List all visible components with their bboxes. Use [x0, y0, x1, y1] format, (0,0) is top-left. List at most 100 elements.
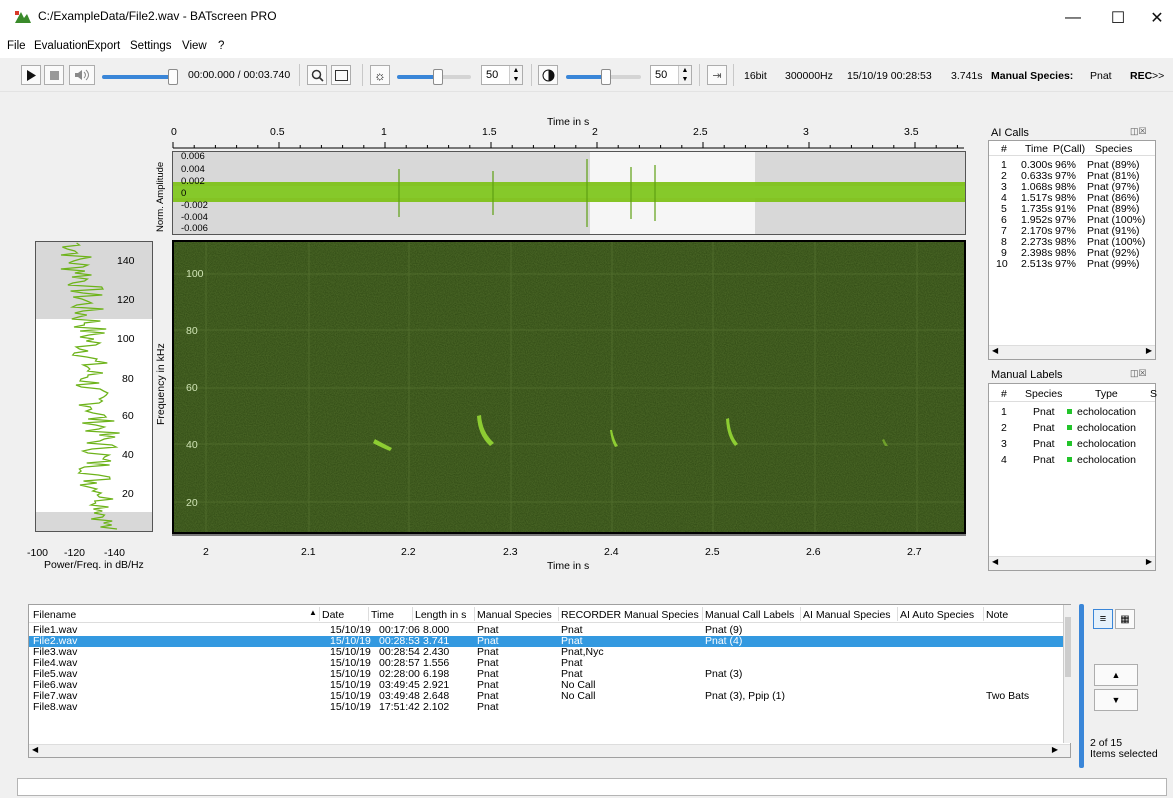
ai-header-species[interactable]: Species — [1095, 143, 1132, 155]
ml-header-num[interactable]: # — [1001, 388, 1007, 400]
file-col-header[interactable]: Manual Species — [477, 609, 552, 621]
file-col-header[interactable]: AI Auto Species — [900, 609, 974, 621]
scroll-left-icon[interactable]: ◀ — [992, 346, 998, 355]
file-row[interactable]: File3.wav 15/10/19 00:28:54 2.430 Pnat Pnat,N… — [29, 647, 1065, 658]
column-divider[interactable] — [412, 607, 413, 621]
file-row[interactable]: File1.wav 15/10/19 00:17:06 8.000 Pnat Pnat Pn… — [29, 625, 1065, 636]
file-col-header[interactable]: AI Manual Species — [803, 609, 891, 621]
manual-label-num[interactable]: 1 — [1001, 406, 1007, 418]
next-item-button[interactable]: ▼ — [1094, 689, 1138, 711]
file-row[interactable]: File5.wav 15/10/19 02:28:00 6.198 Pnat Pnat Pn… — [29, 669, 1065, 680]
file-row[interactable]: File7.wav 15/10/19 03:49:48 2.648 Pnat No Cal… — [29, 691, 1065, 702]
manual-label-species[interactable]: Pnat — [1033, 406, 1055, 418]
scroll-right-icon[interactable]: ▶ — [1146, 346, 1152, 355]
manual-label-species[interactable]: Pnat — [1033, 438, 1055, 450]
play-button[interactable] — [21, 65, 41, 85]
ai-header-pcall[interactable]: P(Call) — [1053, 143, 1085, 155]
column-divider[interactable] — [800, 607, 801, 621]
ml-header-s[interactable]: S — [1150, 388, 1157, 400]
manual-label-type[interactable]: echolocation — [1077, 454, 1136, 466]
menu-export[interactable]: Export — [87, 40, 120, 52]
ai-call-cell[interactable]: Pnat (99%) — [1087, 258, 1140, 270]
selection-button[interactable] — [331, 65, 351, 85]
previous-item-button[interactable]: ▲ — [1094, 664, 1138, 686]
close-icon[interactable]: ✕ — [1137, 4, 1173, 32]
column-divider[interactable] — [474, 607, 475, 621]
file-col-header[interactable]: Filename — [33, 609, 76, 621]
column-divider[interactable] — [319, 607, 320, 621]
contrast-spinbox[interactable]: 50 ▲ ▼ — [650, 65, 692, 85]
jump-to-end-button[interactable]: ⇥ — [707, 65, 727, 85]
ai-calls-hscrollbar[interactable]: ◀ ▶ — [989, 345, 1155, 359]
ai-call-cell[interactable]: 97% — [1055, 258, 1076, 270]
menu-evaluation[interactable]: Evaluation — [34, 40, 88, 52]
manual-label-num[interactable]: 2 — [1001, 422, 1007, 434]
column-divider[interactable] — [702, 607, 703, 621]
file-row[interactable]: File8.wav 15/10/19 17:51:42 2.102 Pnat — [29, 702, 1065, 713]
manual-label-type[interactable]: echolocation — [1077, 406, 1136, 418]
manual-label-species[interactable]: Pnat — [1033, 454, 1055, 466]
file-row[interactable]: File4.wav 15/10/19 00:28:57 1.556 Pnat Pnat — [29, 658, 1065, 669]
brightness-value: 50 — [486, 69, 499, 81]
brightness-slider-handle[interactable] — [433, 69, 443, 85]
ml-header-species[interactable]: Species — [1025, 388, 1062, 400]
file-col-header[interactable]: RECORDER Manual Species — [561, 609, 699, 621]
volume-slider-handle[interactable] — [168, 69, 178, 85]
spin-arrows-icon[interactable]: ▲ ▼ — [509, 66, 522, 84]
brightness-spinbox[interactable]: 50 ▲ ▼ — [481, 65, 523, 85]
maximize-icon[interactable]: ☐ — [1098, 4, 1138, 32]
file-col-header[interactable]: Time — [371, 609, 394, 621]
manual-label-type[interactable]: echolocation — [1077, 422, 1136, 434]
menu-settings[interactable]: Settings — [130, 40, 172, 52]
manual-label-num[interactable]: 4 — [1001, 454, 1007, 466]
scroll-left-icon[interactable]: ◀ — [992, 557, 998, 566]
file-col-header[interactable]: Date — [322, 609, 344, 621]
contrast-slider-handle[interactable] — [601, 69, 611, 85]
zoom-button[interactable] — [307, 65, 327, 85]
list-view-button[interactable]: ≡ — [1093, 609, 1113, 629]
scroll-thumb[interactable] — [1065, 617, 1071, 677]
menu-help[interactable]: ? — [218, 40, 224, 52]
file-list-hscrollbar[interactable]: ◀ ▶ — [29, 744, 1070, 757]
ai-header-time[interactable]: Time — [1025, 143, 1048, 155]
manual-label-num[interactable]: 3 — [1001, 438, 1007, 450]
ml-header-type[interactable]: Type — [1095, 388, 1118, 400]
volume-button[interactable] — [69, 65, 95, 85]
recording-datetime: 15/10/19 00:28:53 — [847, 70, 932, 82]
scroll-left-icon[interactable]: ◀ — [32, 745, 38, 754]
file-col-header[interactable]: Manual Call Labels — [705, 609, 794, 621]
column-divider[interactable] — [897, 607, 898, 621]
menu-file[interactable]: File — [7, 40, 26, 52]
column-divider[interactable] — [368, 607, 369, 621]
file-col-header[interactable]: Length in s — [415, 609, 466, 621]
grid-view-button[interactable]: ▦ — [1115, 609, 1135, 629]
minimize-icon[interactable]: — — [1053, 4, 1093, 32]
file-list-vscrollbar[interactable] — [1063, 605, 1071, 743]
column-divider[interactable] — [983, 607, 984, 621]
file-row[interactable]: File2.wav 15/10/19 00:28:53 3.741 Pnat Pnat Pn… — [29, 636, 1065, 647]
ai-call-cell[interactable]: 2.513s — [1021, 258, 1053, 270]
manual-species-value: Pnat — [1090, 70, 1112, 82]
ai-header-num[interactable]: # — [1001, 143, 1007, 155]
panel-float-close-icon[interactable]: ◫☒ — [1130, 126, 1147, 137]
manual-label-species[interactable]: Pnat — [1033, 422, 1055, 434]
sort-asc-icon[interactable]: ▲ — [309, 608, 317, 617]
stop-button[interactable] — [44, 65, 64, 85]
spin-arrows-icon[interactable]: ▲ ▼ — [678, 66, 691, 84]
menu-view[interactable]: View — [182, 40, 207, 52]
waveform-plot — [172, 151, 966, 235]
brightness-button[interactable]: ☼ — [370, 65, 390, 85]
manual-labels-hscrollbar[interactable]: ◀ ▶ — [989, 556, 1155, 570]
file-row[interactable]: File6.wav 15/10/19 03:49:45 2.921 Pnat No Cal… — [29, 680, 1065, 691]
scroll-right-icon[interactable]: ▶ — [1052, 745, 1058, 754]
toolbar-separator — [299, 64, 300, 86]
spectrogram-plot — [172, 240, 966, 534]
ai-call-cell[interactable]: 10 — [996, 258, 1008, 270]
file-col-header[interactable]: Note — [986, 609, 1008, 621]
panel-float-close-icon[interactable]: ◫☒ — [1130, 368, 1147, 379]
scroll-right-icon[interactable]: ▶ — [1146, 557, 1152, 566]
manual-label-type[interactable]: echolocation — [1077, 438, 1136, 450]
contrast-button[interactable] — [538, 65, 558, 85]
more-button[interactable]: >> — [1152, 70, 1164, 82]
column-divider[interactable] — [558, 607, 559, 621]
